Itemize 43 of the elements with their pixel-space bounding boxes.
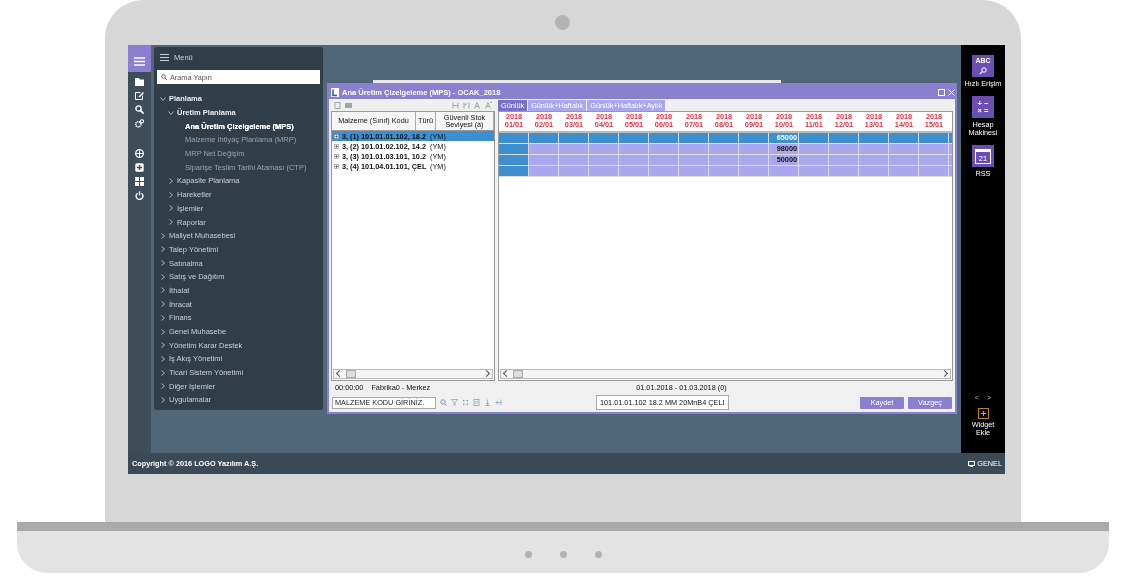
expand-toggle-icon[interactable] bbox=[334, 133, 339, 139]
expand-toggle-icon[interactable] bbox=[334, 163, 339, 169]
hierarchy-icon[interactable] bbox=[495, 399, 502, 406]
menu-button[interactable] bbox=[128, 45, 151, 72]
plus-square-icon[interactable] bbox=[135, 163, 144, 172]
search-icon[interactable] bbox=[135, 105, 144, 114]
dots-icon[interactable] bbox=[462, 399, 469, 406]
horizontal-scrollbar[interactable] bbox=[333, 369, 493, 379]
indicator-dot bbox=[594, 551, 602, 558]
font-icon[interactable] bbox=[485, 101, 492, 109]
grid-cell[interactable] bbox=[499, 155, 529, 165]
expand-toggle-icon[interactable] bbox=[334, 153, 339, 159]
indicator-dot bbox=[524, 551, 532, 558]
grid-icon[interactable] bbox=[135, 177, 144, 186]
close-icon[interactable] bbox=[948, 88, 955, 96]
monitor-icon bbox=[968, 460, 976, 467]
document-icon[interactable] bbox=[473, 399, 480, 406]
menu-icon bbox=[134, 56, 145, 66]
plus-icon bbox=[980, 411, 986, 416]
horizontal-scrollbar[interactable] bbox=[500, 369, 951, 379]
expand-toggle-icon[interactable] bbox=[334, 143, 339, 149]
grid-cell[interactable] bbox=[499, 166, 529, 176]
indicator-dot bbox=[559, 551, 567, 558]
document-icon[interactable] bbox=[334, 101, 341, 109]
menu-icon bbox=[160, 53, 169, 61]
folder-icon[interactable] bbox=[135, 77, 144, 86]
pin-icon[interactable] bbox=[484, 399, 491, 406]
collapse-icon[interactable] bbox=[463, 101, 470, 109]
globe-icon[interactable] bbox=[135, 149, 144, 158]
grid-row[interactable] bbox=[499, 166, 952, 177]
maximize-icon[interactable] bbox=[938, 88, 945, 96]
power-icon[interactable] bbox=[135, 191, 144, 200]
expand-icon[interactable] bbox=[452, 101, 459, 109]
font-icon[interactable] bbox=[474, 101, 481, 109]
gears-icon[interactable] bbox=[135, 119, 144, 128]
app-logo-icon bbox=[331, 87, 339, 97]
search-icon bbox=[161, 74, 167, 80]
grid-cell[interactable] bbox=[499, 144, 529, 154]
filter-icon[interactable] bbox=[451, 399, 458, 406]
camera-dot bbox=[555, 15, 570, 30]
edit-icon[interactable] bbox=[135, 91, 144, 100]
magnifier-icon bbox=[979, 67, 987, 75]
table-icon[interactable] bbox=[345, 101, 352, 109]
